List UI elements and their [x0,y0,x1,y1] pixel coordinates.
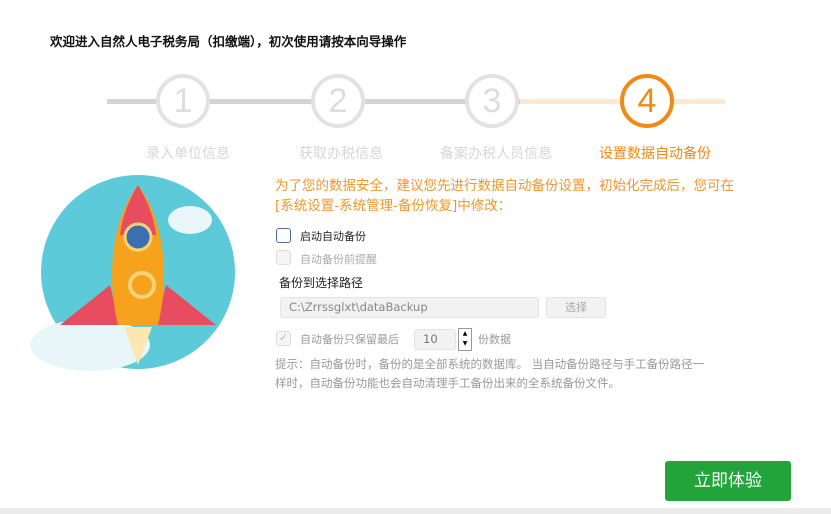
enable-backup-label: 启动自动备份 [300,230,366,243]
choose-path-button[interactable]: 选择 [546,297,606,318]
step-3-circle: 3 [465,74,519,128]
backup-intro-text: 为了您的数据安全，建议您先进行数据自动备份设置，初始化完成后，您可在[系统设置-… [275,178,734,214]
step-4-circle: 4 [620,74,674,128]
keep-suffix-label: 份数据 [478,333,511,346]
step-4-label: 设置数据自动备份 [599,146,711,162]
path-label: 备份到选择路径 [279,276,364,290]
hint-text: 提示：自动备份时，备份的是全部系统的数据库。 当自动备份路径与手工备份路径一样时… [275,357,705,390]
remind-before-label: 自动备份前提醒 [300,253,377,266]
keep-last-label: 自动备份只保留最后 [300,333,399,346]
remind-before-checkbox[interactable] [276,250,291,265]
bottom-bar [0,508,831,514]
step-1-circle: 1 [156,74,210,128]
welcome-title: 欢迎进入自然人电子税务局（扣缴端），初次使用请按本向导操作 [50,34,407,49]
start-button[interactable]: 立即体验 [665,461,791,501]
keep-count-stepper[interactable]: ▲ ▼ [458,328,472,351]
spin-up-icon[interactable]: ▲ [459,329,471,339]
keep-last-checkbox[interactable]: ✓ [276,331,291,346]
step-2-circle: 2 [311,74,365,128]
rocket-illustration [30,175,235,371]
enable-backup-checkbox[interactable] [276,228,291,243]
keep-count-input[interactable]: 10 [414,329,456,350]
step-3-label: 备案办税人员信息 [440,146,552,162]
spin-down-icon[interactable]: ▼ [459,339,471,349]
backup-path-input[interactable]: C:\Zrrssglxt\dataBackup [280,297,539,318]
step-1-label: 录入单位信息 [146,146,230,162]
step-2-label: 获取办税信息 [299,146,383,162]
